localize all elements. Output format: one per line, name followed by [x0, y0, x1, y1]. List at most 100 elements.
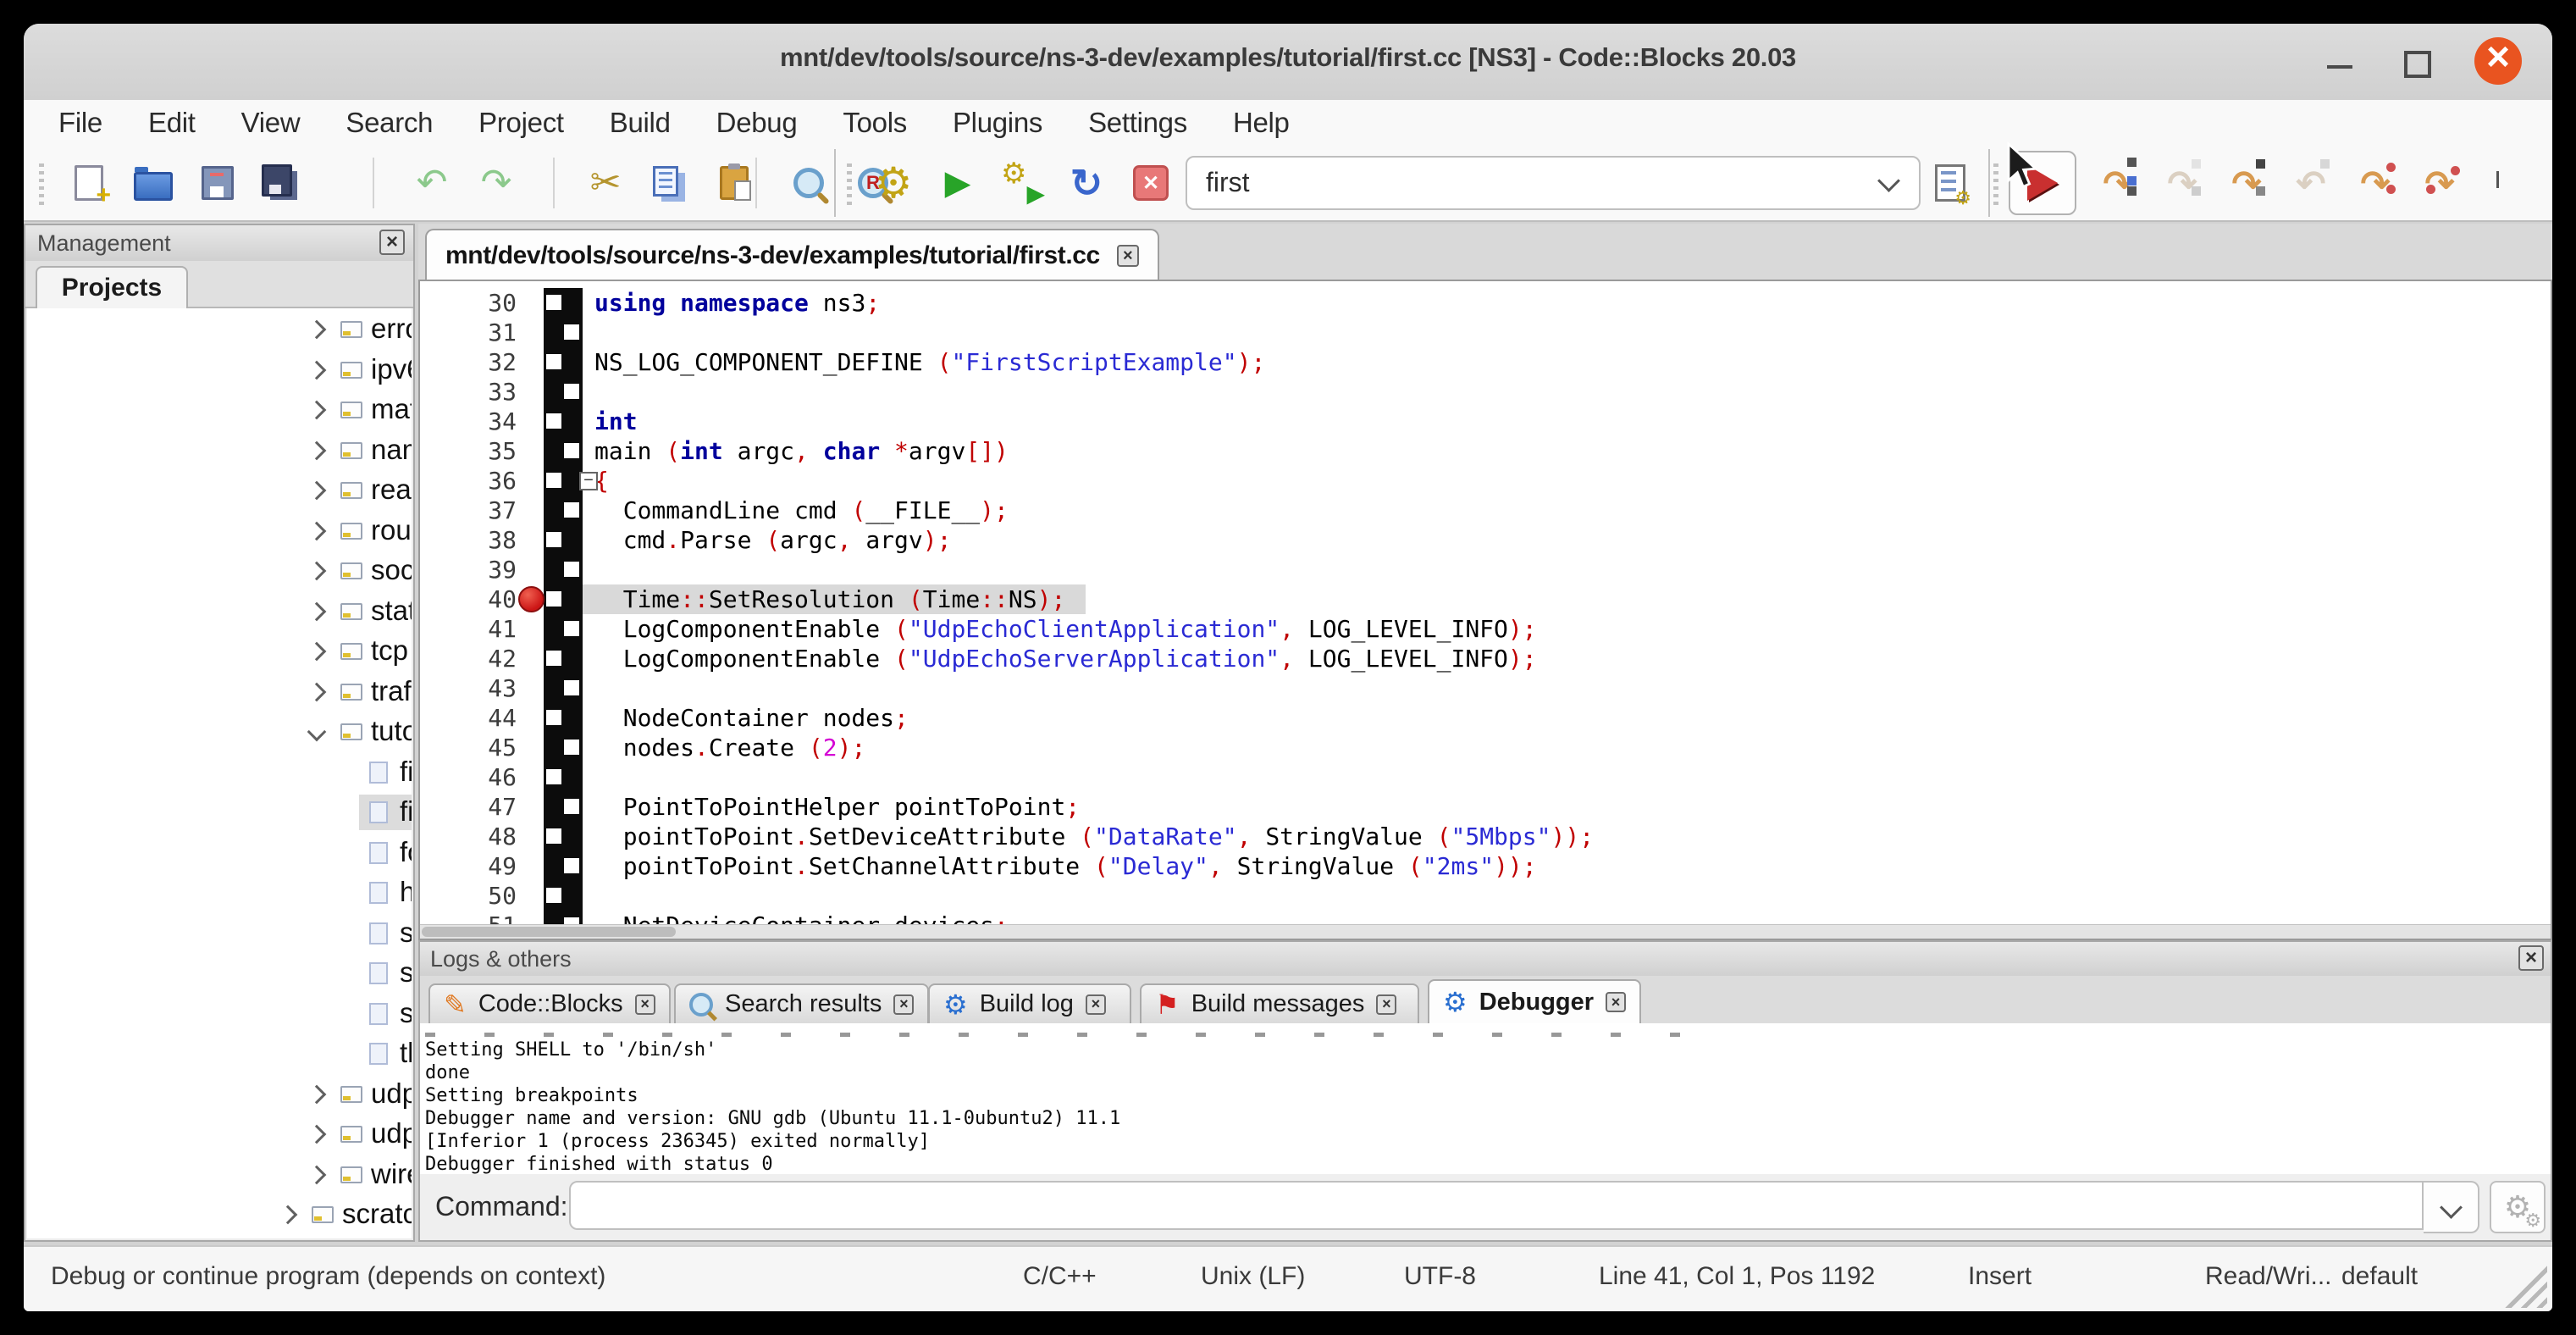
- chevron-right-icon[interactable]: [307, 601, 327, 621]
- code-line-50[interactable]: 50: [420, 881, 2551, 911]
- save-all-button[interactable]: [259, 160, 305, 206]
- menu-view[interactable]: View: [218, 107, 323, 139]
- chevron-right-icon[interactable]: [307, 320, 327, 340]
- undo-button[interactable]: ↶: [409, 160, 455, 206]
- close-tab-icon[interactable]: ×: [1117, 245, 1139, 267]
- breakpoint-margin[interactable]: [544, 673, 583, 703]
- menu-plugins[interactable]: Plugins: [930, 107, 1065, 139]
- tree-item-mat[interactable]: mat: [27, 391, 412, 429]
- code-line-47[interactable]: 47 PointToPointHelper pointToPoint;: [420, 792, 2551, 822]
- chevron-right-icon[interactable]: [307, 440, 327, 460]
- breakpoint-margin[interactable]: [544, 584, 583, 614]
- breakpoint-margin[interactable]: [544, 881, 583, 911]
- toolbar-overflow-button[interactable]: [2496, 171, 2499, 186]
- code-line-41[interactable]: 41 LogComponentEnable ("UdpEchoClientApp…: [420, 614, 2551, 644]
- chevron-right-icon[interactable]: [307, 562, 327, 581]
- command-input[interactable]: [569, 1181, 2424, 1230]
- code-line-39[interactable]: 39: [420, 555, 2551, 584]
- logs-tab-debugger[interactable]: ⚙Debugger×: [1428, 979, 1641, 1023]
- scrollbar-thumb[interactable]: [422, 927, 676, 937]
- breakpoint-margin[interactable]: [544, 792, 583, 822]
- resize-grip[interactable]: [2498, 1259, 2547, 1308]
- logs-tab-code-blocks[interactable]: ✎Code::Blocks×: [428, 983, 671, 1023]
- breakpoint-margin[interactable]: [544, 644, 583, 673]
- step-into-instruction-button[interactable]: ↷: [2417, 160, 2463, 206]
- tree-item-six[interactable]: six: [27, 994, 412, 1033]
- code-line-31[interactable]: 31: [420, 318, 2551, 347]
- logs-tab-build-log[interactable]: ⚙Build log×: [928, 983, 1131, 1023]
- tree-item-se[interactable]: se: [27, 914, 412, 953]
- breakpoint-margin[interactable]: [544, 407, 583, 436]
- code-line-36[interactable]: 36−{: [420, 466, 2551, 496]
- tree-item-wire[interactable]: wire: [27, 1155, 412, 1194]
- tree-item-src[interactable]: src: [27, 1236, 412, 1239]
- tree-item-he[interactable]: he: [27, 873, 412, 912]
- code-line-33[interactable]: 33: [420, 377, 2551, 407]
- chevron-right-icon[interactable]: [307, 1165, 327, 1184]
- fold-marker-icon[interactable]: −: [579, 472, 598, 490]
- code-line-48[interactable]: 48 pointToPoint.SetDeviceAttribute ("Dat…: [420, 822, 2551, 851]
- chevron-down-icon[interactable]: [307, 723, 327, 742]
- logs-tab-search-results[interactable]: Search results×: [674, 983, 929, 1023]
- minimize-button[interactable]: [2322, 43, 2359, 80]
- paste-button[interactable]: [711, 160, 757, 206]
- breakpoint-margin[interactable]: [544, 555, 583, 584]
- abort-build-button[interactable]: ✕: [1128, 160, 1174, 206]
- breakpoint-margin[interactable]: [544, 614, 583, 644]
- run-to-cursor-button[interactable]: ↷: [2095, 160, 2141, 206]
- editor-tab-first-cc[interactable]: mnt/dev/tools/source/ns-3-dev/examples/t…: [425, 229, 1159, 281]
- chevron-right-icon[interactable]: [307, 481, 327, 501]
- chevron-right-icon[interactable]: [307, 642, 327, 662]
- menu-build[interactable]: Build: [587, 107, 694, 139]
- tree-item-fif[interactable]: fif: [27, 753, 412, 792]
- close-tab-icon[interactable]: ×: [635, 994, 655, 1015]
- close-tab-icon[interactable]: ×: [1086, 994, 1106, 1015]
- tree-item-tuto[interactable]: tuto: [27, 712, 412, 751]
- code-line-35[interactable]: 35main (int argc, char *argv[]): [420, 436, 2551, 466]
- breakpoint-margin[interactable]: [544, 733, 583, 762]
- menu-edit[interactable]: Edit: [125, 107, 218, 139]
- breakpoint-margin[interactable]: [544, 851, 583, 881]
- step-into-button[interactable]: ↷: [2224, 160, 2269, 206]
- next-instruction-button[interactable]: ↷: [2352, 160, 2398, 206]
- close-button[interactable]: [2474, 37, 2522, 85]
- copy-button[interactable]: [647, 160, 693, 206]
- breakpoint-margin[interactable]: [544, 703, 583, 733]
- breakpoint-margin[interactable]: [544, 318, 583, 347]
- tree-item-fo[interactable]: fo: [27, 834, 412, 872]
- tree-item-udp[interactable]: udp-: [27, 1115, 412, 1154]
- tree-item-th[interactable]: th: [27, 1034, 412, 1073]
- maximize-button[interactable]: [2398, 43, 2435, 80]
- chevron-right-icon[interactable]: [279, 1205, 298, 1225]
- breakpoint-margin[interactable]: [544, 436, 583, 466]
- breakpoint-margin[interactable]: [544, 525, 583, 555]
- rebuild-button[interactable]: ↻: [1064, 160, 1109, 206]
- tree-item-rout[interactable]: rout: [27, 512, 412, 551]
- code-line-40[interactable]: 40 Time::SetResolution (Time::NS);: [420, 584, 2551, 614]
- chevron-right-icon[interactable]: [307, 1125, 327, 1144]
- close-panel-icon[interactable]: ×: [379, 230, 405, 255]
- menu-debug[interactable]: Debug: [694, 107, 821, 139]
- close-tab-icon[interactable]: ×: [893, 994, 914, 1015]
- chevron-right-icon[interactable]: [307, 1084, 327, 1104]
- tree-item-sock[interactable]: sock: [27, 551, 412, 590]
- cut-button[interactable]: ✂: [583, 160, 628, 206]
- breakpoint-margin[interactable]: [544, 466, 583, 496]
- tree-item-stat[interactable]: stat: [27, 592, 412, 631]
- menu-project[interactable]: Project: [456, 107, 587, 139]
- code-line-32[interactable]: 32NS_LOG_COMPONENT_DEFINE ("FirstScriptE…: [420, 347, 2551, 377]
- breakpoint-margin[interactable]: [544, 377, 583, 407]
- breakpoint-margin[interactable]: [544, 347, 583, 377]
- project-tree[interactable]: erroipv6matnamreallroutsockstattcptraflt…: [27, 308, 412, 1238]
- tab-projects[interactable]: Projects: [36, 266, 188, 308]
- code-line-38[interactable]: 38 cmd.Parse (argc, argv);: [420, 525, 2551, 555]
- debug-settings-button[interactable]: ⚙: [2490, 1181, 2546, 1233]
- code-line-34[interactable]: 34int: [420, 407, 2551, 436]
- close-tab-icon[interactable]: ×: [1376, 994, 1396, 1015]
- tree-item-se[interactable]: se: [27, 954, 412, 993]
- tree-item-udp[interactable]: udp: [27, 1075, 412, 1114]
- menu-search[interactable]: Search: [323, 107, 456, 139]
- horizontal-scrollbar[interactable]: [420, 924, 2551, 939]
- code-line-45[interactable]: 45 nodes.Create (2);: [420, 733, 2551, 762]
- title-bar[interactable]: mnt/dev/tools/source/ns-3-dev/examples/t…: [24, 24, 2552, 101]
